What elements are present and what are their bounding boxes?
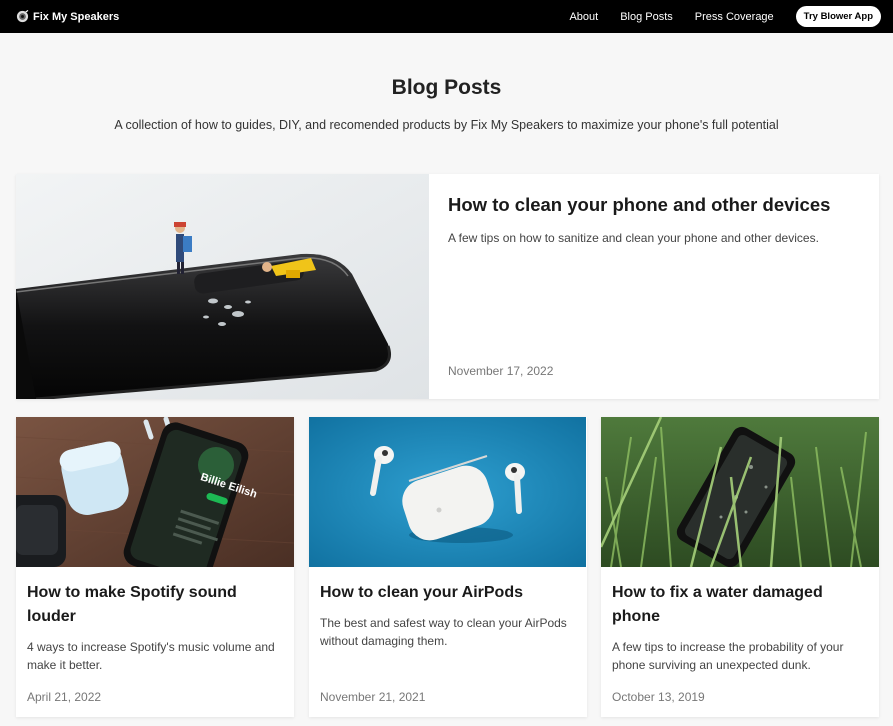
post-date-spotify: April 21, 2022 [27, 690, 102, 704]
post-title-water-damaged: How to fix a water damaged phone [612, 584, 823, 625]
post-image-water-damaged [601, 417, 879, 567]
post-date-airpods: November 21, 2021 [320, 690, 426, 704]
featured-post-image [16, 174, 429, 399]
featured-post-card[interactable]: How to clean your phone and other device… [16, 174, 879, 399]
featured-post-title: How to clean your phone and other device… [448, 194, 831, 215]
post-image-spotify: Billie Eilish [16, 417, 294, 567]
speaker-logo-icon [16, 10, 29, 23]
featured-post-body: How to clean your phone and other device… [429, 174, 879, 399]
brand-name: Fix My Speakers [33, 10, 120, 23]
post-title-spotify: How to make Spotify sound louder [27, 584, 237, 625]
nav-link-blog-posts[interactable]: Blog Posts [620, 11, 673, 23]
top-navbar: Fix My Speakers About Blog Posts Press C… [0, 0, 893, 33]
post-date-water-damaged: October 13, 2019 [612, 690, 705, 704]
post-card-spotify[interactable]: Billie Eilish How to make Spotify sound … [16, 417, 294, 717]
post-card-water-damaged[interactable]: How to fix a water damaged phone A few t… [601, 417, 879, 717]
post-title-airpods: How to clean your AirPods [320, 584, 523, 601]
post-body-spotify: How to make Spotify sound louder 4 ways … [16, 567, 294, 717]
nav-link-about[interactable]: About [569, 11, 598, 23]
page-title: Blog Posts [391, 76, 502, 99]
post-description-spotify: 4 ways to increase Spotify's music volum… [27, 640, 275, 672]
post-image-airpods [309, 417, 587, 567]
post-body-airpods: How to clean your AirPods The best and s… [309, 567, 587, 717]
brand-logo-link[interactable]: Fix My Speakers [16, 10, 119, 23]
post-description-airpods: The best and safest way to clean your Ai… [320, 616, 567, 648]
post-description-water-damaged: A few tips to increase the probability o… [612, 640, 844, 672]
page-subtitle: A collection of how to guides, DIY, and … [114, 118, 779, 132]
nav-links: About Blog Posts Press Coverage Try Blow… [569, 6, 881, 27]
featured-post-date: November 17, 2022 [448, 364, 554, 378]
post-body-water-damaged: How to fix a water damaged phone A few t… [601, 567, 879, 717]
post-card-airpods[interactable]: How to clean your AirPods The best and s… [309, 417, 587, 717]
try-blower-app-button[interactable]: Try Blower App [795, 6, 881, 27]
nav-link-press-coverage[interactable]: Press Coverage [695, 11, 774, 23]
featured-post-description: A few tips on how to sanitize and clean … [448, 231, 819, 245]
